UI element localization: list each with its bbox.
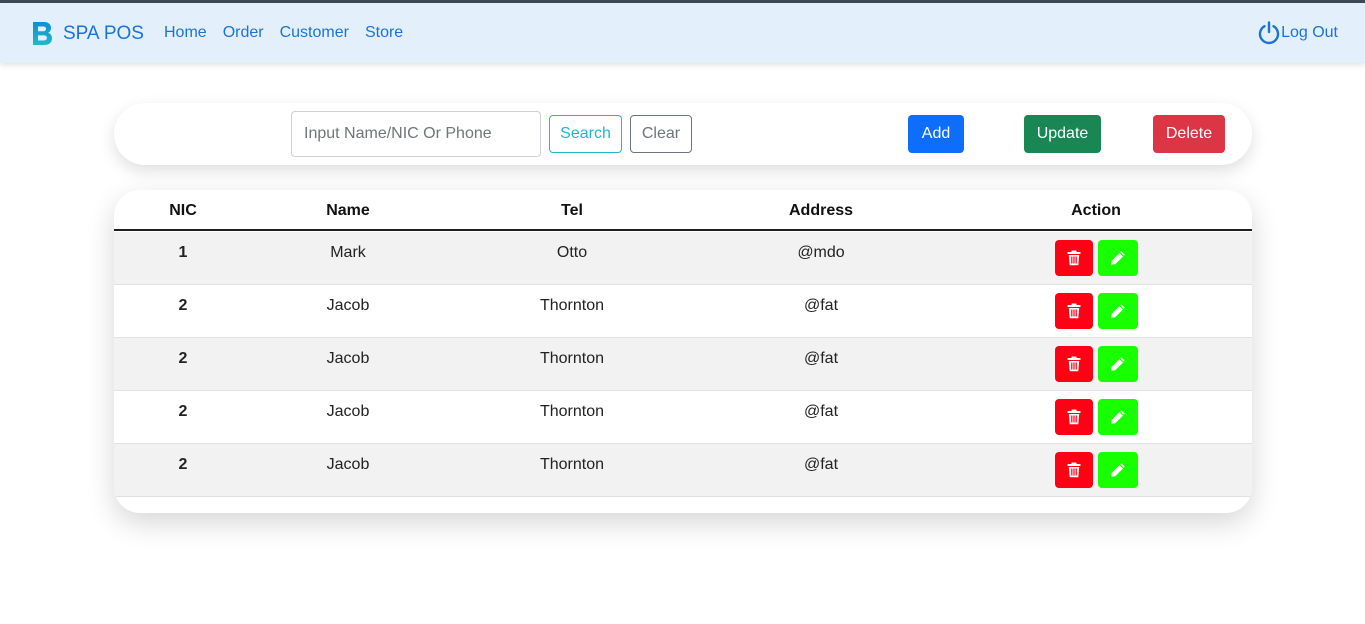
row-edit-button[interactable] (1098, 399, 1138, 435)
search-input[interactable] (291, 111, 541, 157)
trash-icon (1067, 462, 1081, 478)
logout-label: Log Out (1281, 24, 1338, 41)
nav-link-customer[interactable]: Customer (280, 24, 349, 42)
cell-address: @fat (803, 350, 839, 367)
row-delete-button[interactable] (1055, 399, 1093, 435)
bootstrap-logo-icon (33, 22, 52, 45)
row-delete-button[interactable] (1055, 240, 1093, 276)
cell-name: Mark (330, 244, 366, 261)
add-button[interactable]: Add (908, 115, 964, 153)
cell-name: Jacob (326, 456, 370, 473)
cell-name: Jacob (326, 297, 370, 314)
cell-address: @fat (803, 297, 839, 314)
brand-name: SPA POS (63, 22, 144, 44)
search-button[interactable]: Search (549, 115, 622, 153)
cell-nic: 2 (178, 350, 188, 367)
cell-address: @fat (803, 403, 839, 420)
cell-nic: 2 (178, 403, 188, 420)
pencil-icon (1111, 251, 1125, 265)
table-row: 2 Jacob Thornton @fat (114, 285, 1252, 338)
customer-table: NIC Name Tel Address Action 1 Mark Otto … (114, 190, 1252, 513)
table-row: 2 Jacob Thornton @fat (114, 391, 1252, 444)
cell-tel: Thornton (539, 403, 605, 420)
navbar: SPA POS Home Order Customer Store Log Ou… (0, 3, 1365, 63)
nav-link-store[interactable]: Store (365, 24, 403, 42)
logout-button[interactable]: Log Out (1257, 21, 1338, 45)
cell-name: Jacob (326, 403, 370, 420)
cell-tel: Thornton (539, 456, 605, 473)
cell-nic: 1 (178, 244, 188, 261)
row-edit-button[interactable] (1098, 346, 1138, 382)
pencil-icon (1111, 410, 1125, 424)
pencil-icon (1111, 357, 1125, 371)
trash-icon (1067, 409, 1081, 425)
cell-address: @mdo (797, 244, 845, 261)
cell-tel: Thornton (539, 297, 605, 314)
row-delete-button[interactable] (1055, 293, 1093, 329)
delete-button[interactable]: Delete (1153, 115, 1225, 153)
pencil-icon (1111, 304, 1125, 318)
nav-link-order[interactable]: Order (223, 24, 264, 42)
row-edit-button[interactable] (1098, 452, 1138, 488)
column-header-address: Address (788, 202, 854, 219)
row-delete-button[interactable] (1055, 452, 1093, 488)
row-delete-button[interactable] (1055, 346, 1093, 382)
column-header-name: Name (326, 202, 370, 219)
cell-name: Jacob (326, 350, 370, 367)
cell-nic: 2 (178, 456, 188, 473)
cell-nic: 2 (178, 297, 188, 314)
power-icon (1258, 21, 1280, 45)
nav-links: Home Order Customer Store (164, 24, 419, 42)
table-row: 2 Jacob Thornton @fat (114, 444, 1252, 497)
cell-address: @fat (803, 456, 839, 473)
table-row: 2 Jacob Thornton @fat (114, 338, 1252, 391)
clear-button[interactable]: Clear (630, 115, 692, 153)
cell-tel: Thornton (539, 350, 605, 367)
pencil-icon (1111, 463, 1125, 477)
column-header-tel: Tel (561, 202, 583, 219)
table-header: NIC Name Tel Address Action (114, 190, 1252, 231)
nav-link-home[interactable]: Home (164, 24, 207, 42)
row-edit-button[interactable] (1098, 293, 1138, 329)
trash-icon (1067, 356, 1081, 372)
trash-icon (1067, 303, 1081, 319)
cell-tel: Otto (556, 244, 588, 261)
customer-toolbar: Search Clear Add Update Delete (114, 103, 1252, 165)
column-header-action: Action (1071, 202, 1121, 219)
trash-icon (1067, 250, 1081, 266)
column-header-nic: NIC (169, 202, 197, 219)
table-row: 1 Mark Otto @mdo (114, 232, 1252, 285)
brand[interactable]: SPA POS (31, 20, 144, 47)
row-edit-button[interactable] (1098, 240, 1138, 276)
update-button[interactable]: Update (1024, 115, 1101, 153)
